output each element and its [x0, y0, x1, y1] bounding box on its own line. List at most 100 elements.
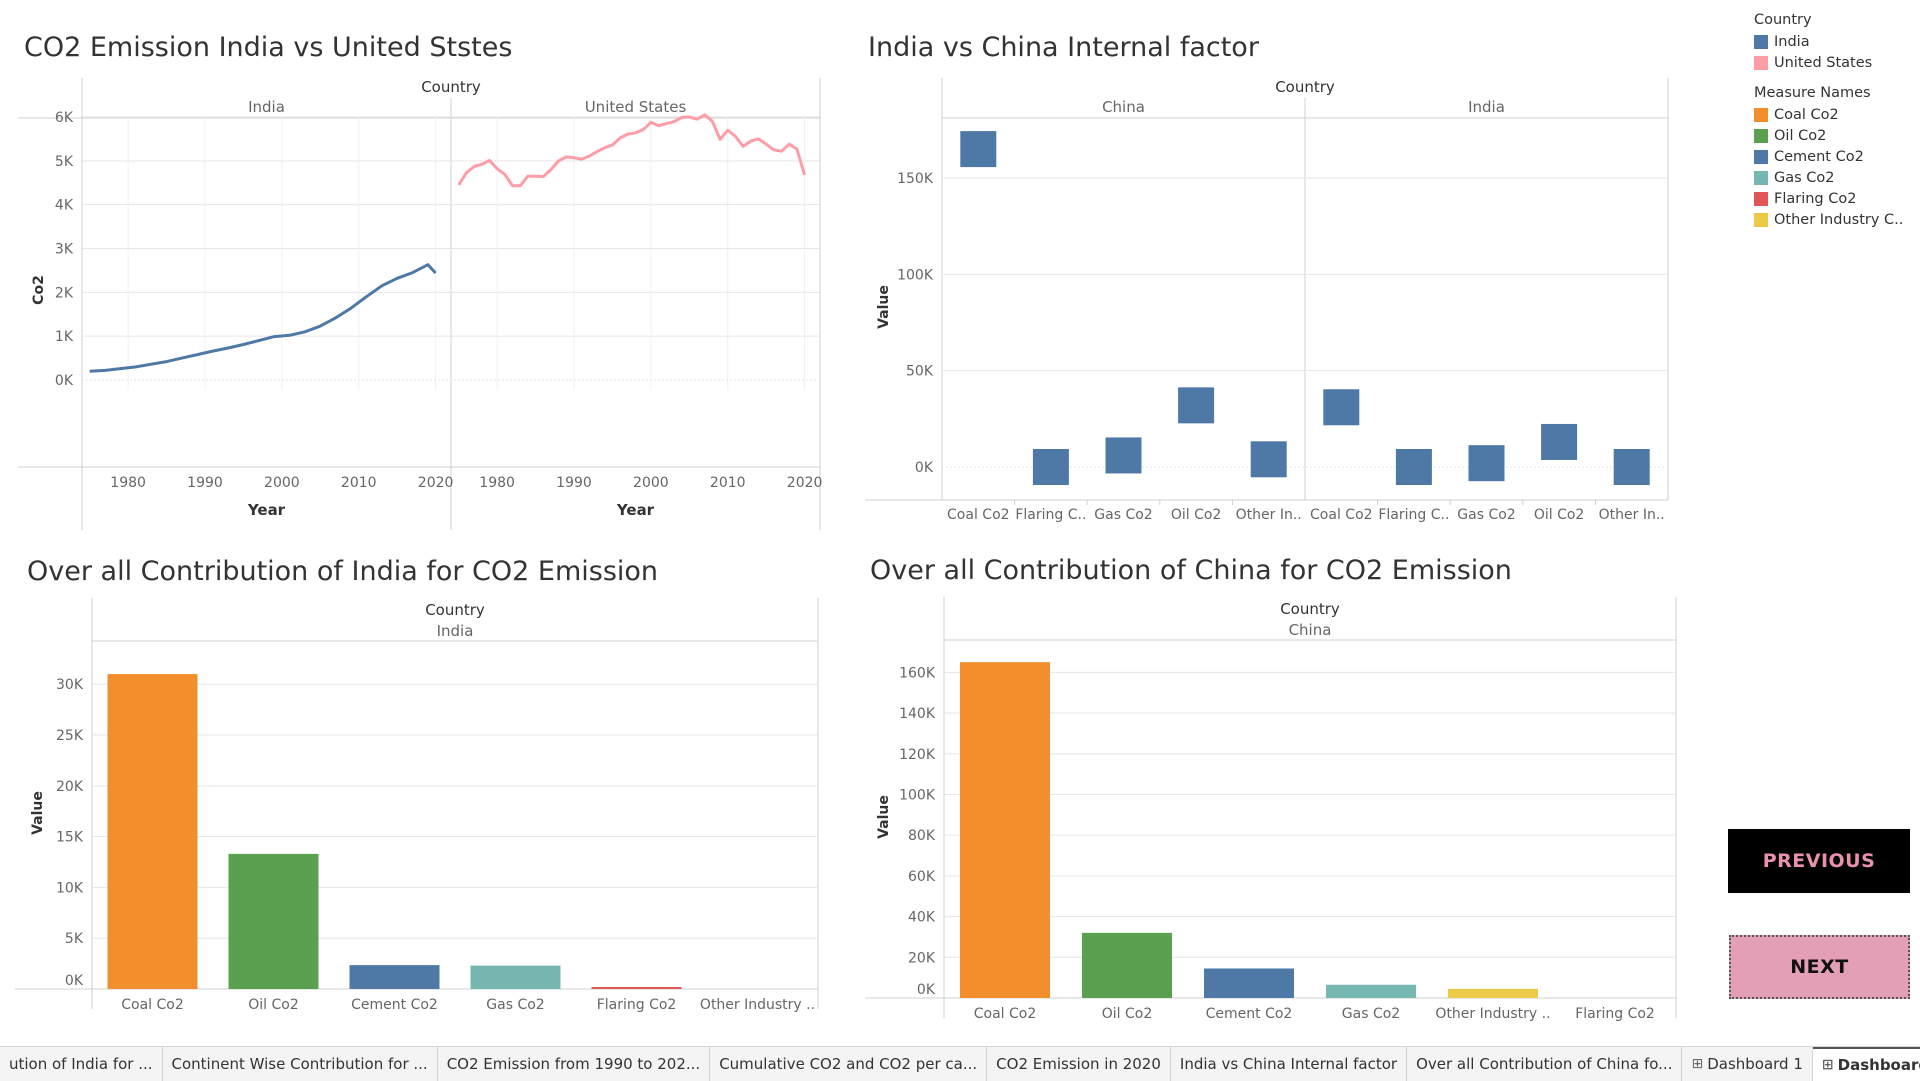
y-tick-label: 140K	[899, 706, 936, 722]
legend-label: India	[1774, 33, 1810, 50]
y-tick-label: 20K	[56, 779, 84, 795]
y-tick-label: 80K	[908, 828, 936, 844]
legend-label: Other Industry C..	[1774, 211, 1904, 228]
legend-item[interactable]: Oil Co2	[1754, 125, 1920, 146]
y-tick-label: 3K	[55, 242, 74, 258]
legend-swatch	[1754, 212, 1768, 227]
y-tick-label: 5K	[55, 154, 74, 170]
x-tick-label: Other In..	[1599, 507, 1665, 523]
x-tick-label: Flaring C..	[1015, 507, 1086, 523]
x-tick-label: 2000	[264, 475, 300, 491]
sheet-tab-label: Cumulative CO2 and CO2 per ca...	[719, 1055, 978, 1073]
sheet-tab-label: Continent Wise Contribution for ...	[171, 1055, 428, 1073]
bar-2	[1204, 968, 1294, 998]
x-tick-label: Other Industry ..	[700, 997, 815, 1013]
bar-1	[1082, 932, 1172, 998]
india-bar-chart[interactable]: Country India 0K 5K 10K 15K 20K 25K 30K Value Coal…	[0, 598, 830, 1028]
sheet-tab[interactable]: CO2 Emission in 2020	[987, 1047, 1171, 1081]
x-tick-label: Coal Co2	[1310, 507, 1373, 523]
sheet-tab[interactable]: CO2 Emission from 1990 to 202...	[438, 1047, 711, 1081]
sheet-tab-label: Dashboard 2	[1837, 1056, 1920, 1074]
y-tick-label: 6K	[55, 110, 74, 126]
legend-item[interactable]: Flaring Co2	[1754, 188, 1920, 209]
sheet-tab[interactable]: ⊞ Dashboard 1	[1682, 1047, 1813, 1081]
y-tick-label: 2K	[55, 285, 74, 301]
line-chart[interactable]: Country 0K 1K 2K 3K 4K 5K 6K Co2 India 1980 1990 200…	[0, 75, 830, 535]
x-tick-label: 2000	[633, 475, 669, 491]
x-tick-label: Other In..	[1236, 507, 1302, 523]
gantt-mark	[1178, 387, 1215, 424]
gantt-chart[interactable]: Country 0K 50K 100K 150K Value China Coal Co2 Fl…	[850, 75, 1680, 535]
sheet-tab-label: CO2 Emission from 1990 to 202...	[446, 1055, 701, 1073]
x-tick-label: Cement Co2	[351, 997, 438, 1013]
legend-item[interactable]: Cement Co2	[1754, 146, 1920, 167]
column-header-label: Country	[1275, 78, 1335, 96]
y-tick-label: 20K	[908, 950, 936, 966]
legend-item[interactable]: United States	[1754, 52, 1920, 73]
previous-button[interactable]: PREVIOUS	[1728, 829, 1910, 893]
x-tick-label: Gas Co2	[1342, 1006, 1400, 1022]
sheet-tab-label: Dashboard 1	[1707, 1055, 1803, 1073]
sheet-tab[interactable]: Over all Contribution of China fo...	[1407, 1047, 1683, 1081]
x-tick-label: Other Industry ..	[1435, 1006, 1550, 1022]
bar-1	[228, 853, 319, 989]
y-axis-title: Co2	[31, 275, 47, 305]
x-tick-label: 1980	[479, 475, 515, 491]
y-tick-label: 0K	[65, 973, 84, 989]
x-tick-label: Flaring Co2	[597, 997, 677, 1013]
legend-item[interactable]: Other Industry C..	[1754, 209, 1920, 230]
legend-swatch	[1754, 34, 1768, 49]
sheet-tab-label: India vs China Internal factor	[1179, 1055, 1398, 1073]
line-chart-title: CO2 Emission India vs United Ststes	[24, 32, 513, 63]
legend-label: Oil Co2	[1774, 127, 1827, 144]
sheet-tab[interactable]: ⊞Dashboard 2	[1812, 1047, 1920, 1081]
legend-swatch	[1754, 149, 1768, 164]
x-axis-title: Year	[616, 501, 655, 519]
gantt-mark	[1613, 449, 1650, 485]
y-axis-title: Value	[876, 795, 892, 839]
x-tick-label: Oil Co2	[1102, 1006, 1153, 1022]
legend-item[interactable]: Gas Co2	[1754, 167, 1920, 188]
gantt-mark	[1541, 423, 1578, 460]
sheet-tab[interactable]: ution of India for ...	[0, 1047, 163, 1081]
legend-panel: Country India United States Measure Names…	[1754, 12, 1920, 230]
y-tick-label: 1K	[55, 329, 74, 345]
y-tick-label: 0K	[915, 460, 934, 476]
y-tick-label: 40K	[908, 910, 936, 926]
y-tick-label: 15K	[56, 830, 84, 846]
y-tick-label: 4K	[55, 198, 74, 214]
dashboard-grid-icon: ⊞	[1821, 1057, 1834, 1073]
legend-item[interactable]: India	[1754, 31, 1920, 52]
y-tick-label: 30K	[56, 677, 84, 693]
y-tick-label: 120K	[899, 747, 936, 763]
x-axis-title: Year	[247, 501, 286, 519]
legend-item[interactable]: Coal Co2	[1754, 104, 1920, 125]
next-button[interactable]: NEXT	[1729, 935, 1910, 999]
legend-swatch	[1754, 191, 1768, 206]
column-header-label: Country	[421, 78, 481, 96]
sheet-tab[interactable]: India vs China Internal factor	[1171, 1047, 1408, 1081]
x-tick-label: Oil Co2	[1534, 507, 1585, 523]
x-tick-label: 2020	[787, 475, 823, 491]
x-tick-label: Flaring Co2	[1575, 1006, 1655, 1022]
legend-label: Cement Co2	[1774, 148, 1864, 165]
china-bar-title: Over all Contribution of China for CO2 E…	[870, 555, 1512, 586]
india-bar-title: Over all Contribution of India for CO2 E…	[27, 556, 659, 587]
panel-header-1: United States	[585, 98, 687, 116]
panel-header: India	[437, 622, 474, 640]
gantt-mark	[1468, 445, 1505, 482]
gantt-mark	[1250, 441, 1287, 478]
x-tick-label: 1980	[110, 475, 146, 491]
x-tick-label: Flaring C..	[1378, 507, 1449, 523]
sheet-tab[interactable]: Cumulative CO2 and CO2 per ca...	[710, 1047, 988, 1081]
panel-header-0: China	[1102, 98, 1145, 116]
gantt-mark	[960, 131, 997, 168]
legend-label: Flaring Co2	[1774, 190, 1857, 207]
column-header-label: Country	[1280, 600, 1340, 618]
y-tick-label: 100K	[899, 787, 936, 803]
sheet-tab[interactable]: Continent Wise Contribution for ...	[163, 1047, 438, 1081]
china-bar-chart[interactable]: Country China 0K 20K 40K 60K 80K 100K 120K 140K 16…	[850, 597, 1680, 1031]
gantt-chart-title: India vs China Internal factor	[868, 32, 1259, 63]
x-tick-label: Oil Co2	[248, 997, 299, 1013]
legend-swatch	[1754, 55, 1768, 70]
